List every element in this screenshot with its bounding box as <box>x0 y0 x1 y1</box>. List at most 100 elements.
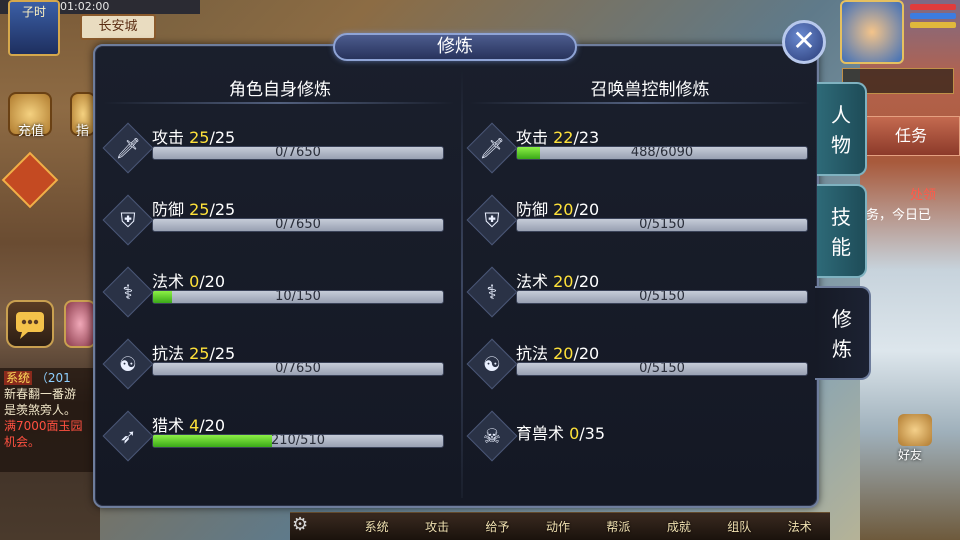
cultivation-name: 抗法 25/25 <box>152 340 235 364</box>
menu-achievement-button[interactable]: 成就 <box>667 518 691 535</box>
sword-icon: 🗡 <box>115 136 141 160</box>
column-divider <box>461 70 463 498</box>
stat-label: 抗法 <box>152 344 190 363</box>
progress-bar: 210/510 <box>152 434 444 448</box>
menu-team-button[interactable]: 组队 <box>727 518 751 535</box>
cultivation-row[interactable]: ☯ 抗法 20/20 0/5150 <box>466 338 814 390</box>
bow-icon: ➶ <box>119 424 137 448</box>
friend-label: 好友 <box>898 448 923 462</box>
guide-label: 指 <box>76 124 90 139</box>
progress-bar: 0/5150 <box>516 290 808 304</box>
task-text-line: 处领 <box>910 188 937 203</box>
stat-label: 防御 <box>152 200 190 219</box>
progress-text: 0/5150 <box>639 290 685 304</box>
menu-magic-button[interactable]: 法术 <box>788 518 812 535</box>
current-level: 22 <box>553 128 574 147</box>
max-level: /20 <box>573 272 600 291</box>
max-level: /20 <box>199 416 226 435</box>
current-level: 25 <box>189 200 210 219</box>
cultivation-row[interactable]: ⛨ 防御 25/25 0/7650 <box>102 194 450 246</box>
cultivation-row[interactable]: ➶ 猎术 4/20 210/510 <box>102 410 450 462</box>
game-time-box[interactable]: 子时 <box>8 0 60 56</box>
cultivation-name: 法术 20/20 <box>516 268 599 292</box>
current-level: 20 <box>553 344 574 363</box>
cultivation-row[interactable]: ⚕ 法术 20/20 0/5150 <box>466 266 814 318</box>
progress-text: 0/5150 <box>639 362 685 376</box>
progress-text: 210/510 <box>270 434 325 448</box>
menu-guild-button[interactable]: 帮派 <box>606 518 630 535</box>
close-button[interactable]: ✕ <box>782 20 826 64</box>
pet-avatar-button[interactable] <box>64 300 96 348</box>
sword-icon: 🗡 <box>479 136 505 160</box>
city-name[interactable]: 长安城 <box>80 14 156 40</box>
progress-text: 0/7650 <box>275 362 321 376</box>
cultivation-row[interactable]: 🗡 攻击 22/23 488/6090 <box>466 122 814 174</box>
stat-label: 猎术 <box>152 416 190 435</box>
cultivation-name: 攻击 22/23 <box>516 124 599 148</box>
progress-bar: 488/6090 <box>516 146 808 160</box>
player-status-bars <box>910 4 956 31</box>
yin-yang-icon: ☯ <box>483 352 501 376</box>
cultivation-name: 防御 25/25 <box>152 196 235 220</box>
shield-icon: ⛨ <box>484 208 500 232</box>
chat-button[interactable] <box>6 300 54 348</box>
left-column-header: 角色自身修炼 <box>229 80 331 100</box>
magic-staff-icon: ⚕ <box>122 280 134 304</box>
handshake-icon[interactable] <box>898 414 932 446</box>
menu-system-button[interactable]: 系统 <box>365 518 389 535</box>
tab-skills[interactable]: 技能 <box>817 184 867 278</box>
current-level: 4 <box>189 416 200 435</box>
cultivation-row[interactable]: 🗡 攻击 25/25 0/7650 <box>102 122 450 174</box>
current-level: 20 <box>553 200 574 219</box>
cultivation-name: 法术 0/20 <box>152 268 225 292</box>
chat-log[interactable]: 系统 （201 新春翻一番游 是羡煞旁人。 满7000面玉园 机会。 <box>0 368 96 472</box>
tab-label: 技能 <box>831 205 851 259</box>
progress-text: 0/7650 <box>275 218 321 232</box>
clock-text: 01:02:00 <box>60 0 110 13</box>
cultivation-row[interactable]: ☯ 抗法 25/25 0/7650 <box>102 338 450 390</box>
yin-yang-icon: ☯ <box>119 352 137 376</box>
menu-attack-button[interactable]: 攻击 <box>425 518 449 535</box>
task-button[interactable]: 任务 <box>862 116 960 156</box>
cultivation-row[interactable]: ⛨ 防御 20/20 0/5150 <box>466 194 814 246</box>
stat-label: 攻击 <box>152 128 190 147</box>
progress-bar: 0/5150 <box>516 218 808 232</box>
progress-bar: 0/7650 <box>152 362 444 376</box>
player-avatar[interactable] <box>840 0 904 64</box>
stat-label: 防御 <box>516 200 554 219</box>
cultivation-row[interactable]: ⚕ 法术 0/20 10/150 <box>102 266 450 318</box>
menu-action-button[interactable]: 动作 <box>546 518 570 535</box>
chat-bubble-icon <box>16 312 44 339</box>
max-level: /25 <box>209 200 236 219</box>
recharge-label: 充值 <box>18 124 45 139</box>
max-level: /20 <box>199 272 226 291</box>
tab-cultivation[interactable]: 修炼 <box>815 286 871 380</box>
current-level: 25 <box>189 344 210 363</box>
current-level: 0 <box>189 272 200 291</box>
cultivation-name: 防御 20/20 <box>516 196 599 220</box>
tab-label: 修炼 <box>832 307 852 361</box>
current-level: 0 <box>569 424 580 443</box>
max-level: /35 <box>579 424 606 443</box>
stat-label: 攻击 <box>516 128 554 147</box>
chat-line: 满7000面玉园 <box>4 419 83 433</box>
cultivation-name: 抗法 20/20 <box>516 340 599 364</box>
bottom-menu-bar: 系统 攻击 给予 动作 帮派 成就 组队 法术 <box>290 512 830 540</box>
cultivation-name: 攻击 25/25 <box>152 124 235 148</box>
progress-bar: 0/5150 <box>516 362 808 376</box>
chat-line: 机会。 <box>4 435 41 449</box>
right-column-header: 召唤兽控制修炼 <box>590 80 710 100</box>
task-tracker[interactable]: 处领 务，今日已 <box>866 186 936 226</box>
close-icon: ✕ <box>792 24 816 57</box>
magic-staff-icon: ⚕ <box>486 280 498 304</box>
gear-icon[interactable]: ⚙ <box>292 514 308 535</box>
tab-character[interactable]: 人物 <box>817 82 867 176</box>
hour-label: 子时 <box>21 5 46 19</box>
progress-bar: 10/150 <box>152 290 444 304</box>
menu-give-button[interactable]: 给予 <box>486 518 510 535</box>
cultivation-row[interactable]: ☠ 育兽术 0/35 <box>466 410 814 462</box>
stat-label: 法术 <box>516 272 554 291</box>
max-level: /20 <box>573 344 600 363</box>
shield-icon: ⛨ <box>120 208 136 232</box>
left-header-rule <box>104 102 454 104</box>
